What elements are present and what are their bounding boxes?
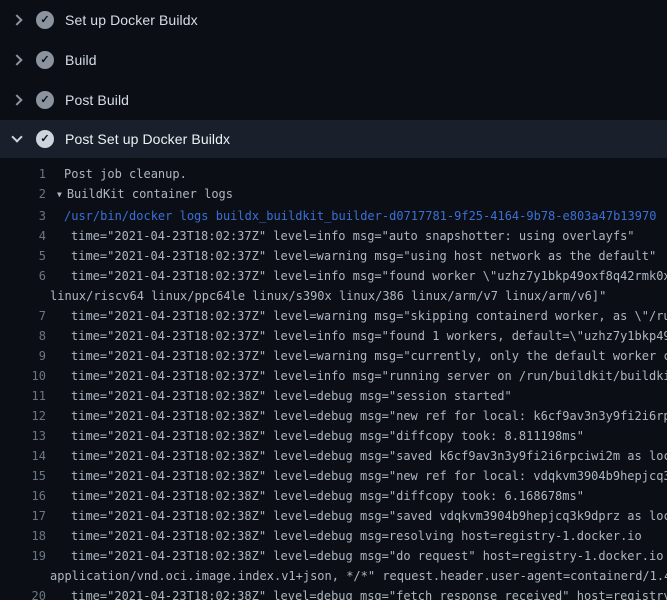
- log-line-number[interactable]: 7: [0, 306, 46, 326]
- log-line: 19time="2021-04-23T18:02:38Z" level=debu…: [0, 546, 667, 566]
- step-header-post-build[interactable]: ✓ Post Build: [0, 80, 667, 120]
- log-text: time="2021-04-23T18:02:38Z" level=debug …: [50, 406, 667, 426]
- log-line-number[interactable]: 12: [0, 406, 46, 426]
- log-line: 4time="2021-04-23T18:02:37Z" level=info …: [0, 226, 667, 246]
- log-text: time="2021-04-23T18:02:38Z" level=debug …: [50, 546, 667, 566]
- group-collapse-triangle-icon[interactable]: ▼: [57, 185, 62, 205]
- log-line: 13time="2021-04-23T18:02:38Z" level=debu…: [0, 426, 667, 446]
- log-line-number[interactable]: 1: [0, 164, 46, 184]
- step-title: Post Build: [65, 92, 129, 108]
- log-line-number[interactable]: 2: [0, 184, 46, 206]
- step-title: Set up Docker Buildx: [65, 12, 198, 28]
- log-line-number[interactable]: 8: [0, 326, 46, 346]
- log-line: 5time="2021-04-23T18:02:37Z" level=warni…: [0, 246, 667, 266]
- check-circle-icon: ✓: [36, 91, 54, 109]
- log-text: time="2021-04-23T18:02:38Z" level=debug …: [50, 466, 667, 486]
- steps-list: ✓ Set up Docker Buildx ✓ Build ✓ Post Build ✓ P…: [0, 0, 667, 158]
- log-text: time="2021-04-23T18:02:37Z" level=warnin…: [50, 306, 667, 326]
- log-text: time="2021-04-23T18:02:37Z" level=warnin…: [50, 346, 667, 366]
- log-text: time="2021-04-23T18:02:38Z" level=debug …: [50, 506, 667, 526]
- log-text: time="2021-04-23T18:02:37Z" level=warnin…: [50, 246, 656, 266]
- log-line-number[interactable]: 10: [0, 366, 46, 386]
- log-text: time="2021-04-23T18:02:38Z" level=debug …: [50, 586, 667, 600]
- log-line-wrap: application/vnd.oci.image.index.v1+json,…: [0, 566, 667, 586]
- log-text: time="2021-04-23T18:02:38Z" level=debug …: [50, 386, 512, 406]
- log-line: 16time="2021-04-23T18:02:38Z" level=debu…: [0, 486, 667, 506]
- log-line-number[interactable]: 18: [0, 526, 46, 546]
- log-text: time="2021-04-23T18:02:38Z" level=debug …: [50, 446, 667, 466]
- step-header-build[interactable]: ✓ Build: [0, 40, 667, 80]
- log-command-text: /usr/bin/docker logs buildx_buildkit_bui…: [50, 206, 656, 226]
- log-line-number[interactable]: 13: [0, 426, 46, 446]
- log-line: 12time="2021-04-23T18:02:38Z" level=debu…: [0, 406, 667, 426]
- log-group-title: BuildKit container logs: [67, 187, 233, 201]
- log-line-number[interactable]: 4: [0, 226, 46, 246]
- log-line: 8time="2021-04-23T18:02:37Z" level=info …: [0, 326, 667, 346]
- log-line-number-spacer: [0, 286, 46, 306]
- log-text-continuation: linux/riscv64 linux/ppc64le linux/s390x …: [50, 286, 606, 306]
- log-line: 11time="2021-04-23T18:02:38Z" level=debu…: [0, 386, 667, 406]
- log-line-number-spacer: [0, 566, 46, 586]
- log-text-continuation: application/vnd.oci.image.index.v1+json,…: [50, 566, 667, 586]
- log-line-number[interactable]: 11: [0, 386, 46, 406]
- step-title: Post Set up Docker Buildx: [65, 131, 230, 147]
- chevron-down-icon: [12, 134, 22, 144]
- log-text: time="2021-04-23T18:02:38Z" level=debug …: [50, 526, 642, 546]
- step-header-set-up-docker-buildx[interactable]: ✓ Set up Docker Buildx: [0, 0, 667, 40]
- log-line-number[interactable]: 14: [0, 446, 46, 466]
- check-circle-icon: ✓: [36, 51, 54, 69]
- log-line: 3/usr/bin/docker logs buildx_buildkit_bu…: [0, 206, 667, 226]
- log-text: time="2021-04-23T18:02:38Z" level=debug …: [50, 486, 584, 506]
- log-line-number[interactable]: 3: [0, 206, 46, 226]
- log-line-wrap: linux/riscv64 linux/ppc64le linux/s390x …: [0, 286, 667, 306]
- log-line: 10time="2021-04-23T18:02:37Z" level=info…: [0, 366, 667, 386]
- log-line: 20 time="2021-04-23T18:02:38Z" level=debu…: [0, 586, 667, 600]
- log-line-number[interactable]: 5: [0, 246, 46, 266]
- log-line: 1Post job cleanup.: [0, 164, 667, 184]
- log-text: time="2021-04-23T18:02:38Z" level=debug …: [50, 426, 584, 446]
- log-line-number[interactable]: 19: [0, 546, 46, 566]
- log-text: time="2021-04-23T18:02:37Z" level=info m…: [50, 326, 667, 346]
- log-line-number[interactable]: 15: [0, 466, 46, 486]
- log-text: time="2021-04-23T18:02:37Z" level=info m…: [50, 226, 635, 246]
- check-circle-icon: ✓: [36, 11, 54, 29]
- log-text: time="2021-04-23T18:02:37Z" level=info m…: [50, 366, 667, 386]
- check-circle-icon: ✓: [36, 130, 54, 148]
- chevron-right-icon: [12, 95, 22, 105]
- step-title: Build: [65, 52, 97, 68]
- step-header-post-set-up-docker-buildx[interactable]: ✓ Post Set up Docker Buildx: [0, 120, 667, 158]
- log-line: 9time="2021-04-23T18:02:37Z" level=warni…: [0, 346, 667, 366]
- log-text: time="2021-04-23T18:02:37Z" level=info m…: [50, 266, 667, 286]
- log-text: Post job cleanup.: [50, 164, 187, 184]
- log-line: 7time="2021-04-23T18:02:37Z" level=warni…: [0, 306, 667, 326]
- log-line-number[interactable]: 9: [0, 346, 46, 366]
- log-line: 14time="2021-04-23T18:02:38Z" level=debu…: [0, 446, 667, 466]
- log-text: ▼ BuildKit container logs: [50, 184, 233, 206]
- chevron-right-icon: [12, 15, 22, 25]
- log-line: 18time="2021-04-23T18:02:38Z" level=debu…: [0, 526, 667, 546]
- log-line: 17time="2021-04-23T18:02:38Z" level=debu…: [0, 506, 667, 526]
- log-line-number[interactable]: 16: [0, 486, 46, 506]
- log-lines: 1Post job cleanup.2 ▼ BuildKit container l…: [0, 158, 667, 600]
- chevron-right-icon: [12, 55, 22, 65]
- log-line: 2 ▼ BuildKit container logs: [0, 184, 667, 206]
- log-line: 6time="2021-04-23T18:02:37Z" level=info …: [0, 266, 667, 286]
- log-line: 15time="2021-04-23T18:02:38Z" level=debu…: [0, 466, 667, 486]
- log-line-number[interactable]: 6: [0, 266, 46, 286]
- log-line-number[interactable]: 20: [0, 586, 46, 600]
- log-line-number[interactable]: 17: [0, 506, 46, 526]
